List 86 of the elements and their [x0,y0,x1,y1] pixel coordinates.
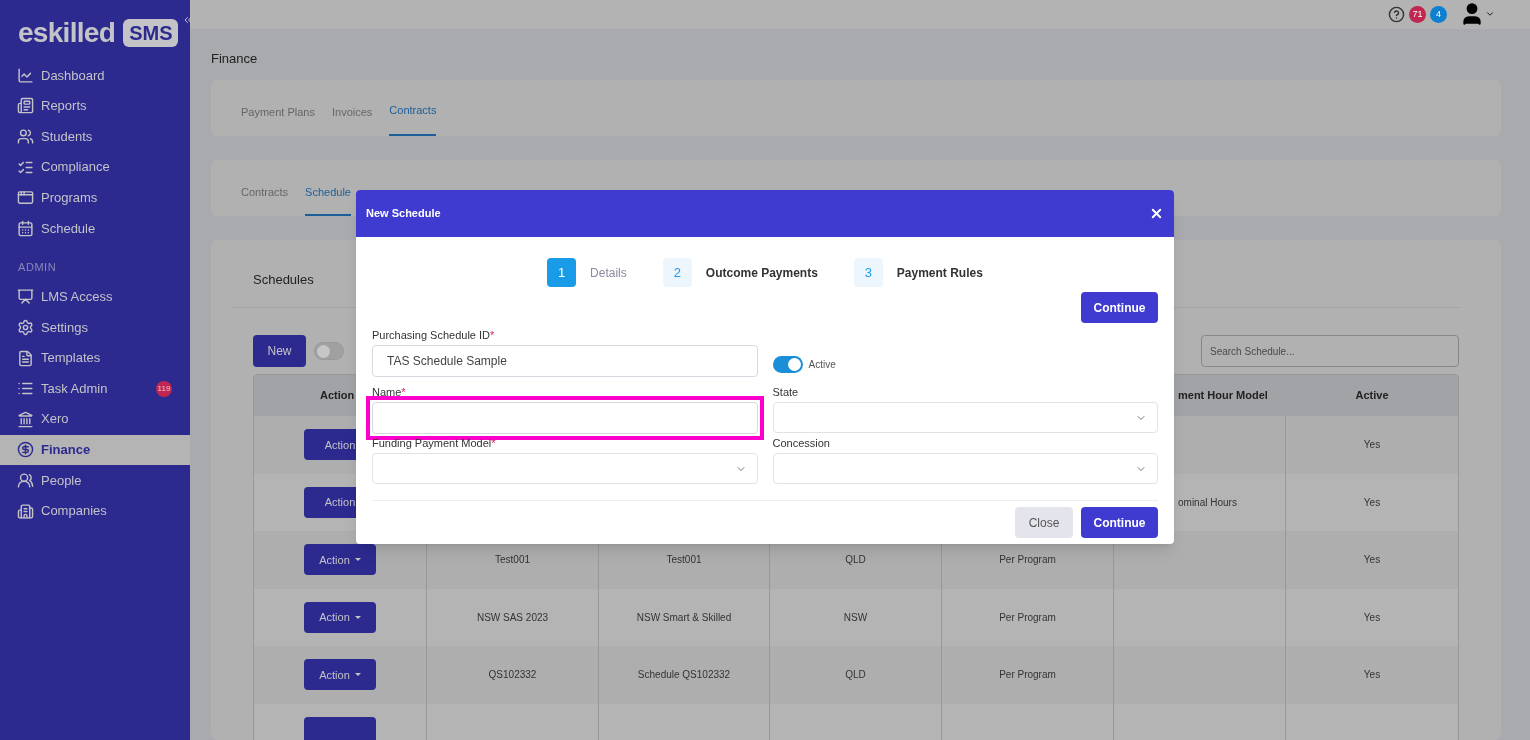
page-title: Finance [211,49,259,68]
continue-button[interactable]: Continue [1081,292,1158,323]
caret-icon [354,673,361,677]
logo-text: eskilled [18,16,116,50]
field-label: State [772,384,800,400]
table-cell-text: NSW SAS 2023 [476,610,549,625]
file-icon [17,349,34,367]
continue-button[interactable]: Continue [1081,507,1158,538]
select-field[interactable] [772,453,1158,484]
sidebar-item[interactable]: Companies [0,495,190,527]
action-button[interactable] [304,716,376,740]
table-cell-text: NSW Smart & Skilled [636,610,732,625]
table-cell-text: QLD [845,553,866,568]
table-cell-text: Yes [1363,553,1381,568]
bank-icon [17,410,34,428]
column-header: Action [320,388,355,404]
select-field[interactable] [372,453,758,484]
sidebar-item[interactable]: Students [0,121,190,152]
field-label: Name* [372,384,407,400]
new-button[interactable]: New [253,335,306,367]
table-cell-text: ominal Hours [1178,495,1237,510]
notification-badge[interactable]: 71 [1409,5,1426,23]
presentation-icon [17,288,34,306]
sidebar-item[interactable]: Reports [0,90,190,122]
sidebar-item[interactable]: Templates [0,342,190,374]
chart-icon [17,66,34,84]
sidebar-item[interactable]: Schedule [0,212,190,244]
table-cell-text: NSW [843,610,868,625]
table-cell-text: Test001 [666,553,702,568]
building-icon [17,502,34,520]
toggle-label: Active [808,357,836,372]
table-cell-text: QS102332 [488,668,537,683]
table-cell-text: Yes [1363,668,1381,683]
toggle-switch[interactable] [314,342,344,360]
help-icon[interactable] [1388,5,1405,23]
sidebar-item[interactable]: Finance [0,434,190,466]
dialog-title: New Schedule [366,206,441,222]
sidebar-item[interactable]: People [0,465,190,496]
table-cell-text: Per Program [999,610,1056,625]
document-icon [17,97,34,115]
caret-icon [354,558,361,562]
table-cell-text: QLD [845,668,866,683]
sidebar-item[interactable]: Xero [0,403,190,435]
field-label: Concession [772,435,831,451]
dollar-icon [17,441,34,459]
users-icon [17,471,34,489]
text-field[interactable]: TAS Schedule Sample [372,345,758,377]
calendar-icon [17,219,34,237]
step-label: Outcome Payments [705,264,818,282]
close-icon[interactable] [1149,206,1164,221]
column-header: Active [1355,388,1389,404]
step-label: Payment Rules [896,264,983,282]
settings-icon [17,318,34,336]
collapse-icon[interactable] [182,14,194,26]
step-label: Details [590,264,627,282]
sidebar-item[interactable]: Programs [0,182,190,213]
notification-badge[interactable]: 4 [1430,5,1447,23]
close-button[interactable]: Close [1015,507,1073,538]
logo-badge: SMS [123,19,179,47]
toggle-switch[interactable] [772,355,803,373]
users-icon [17,128,34,145]
table-cell-text: Test001 [495,553,530,568]
field-label: Purchasing Schedule ID* [372,327,496,343]
select-field[interactable] [772,402,1158,433]
text-field[interactable] [372,402,758,434]
count-badge: 119 [156,380,172,397]
sidebar-item[interactable]: LMS Access [0,281,190,313]
caret-icon [354,615,361,619]
sidebar-item[interactable]: Settings [0,312,190,343]
action-button[interactable]: Action [304,659,376,691]
sidebar-item[interactable]: Compliance [0,151,190,183]
card-title: Schedules [252,270,314,289]
action-button[interactable]: Action [304,601,376,633]
table-cell-text: Yes [1363,495,1381,510]
window-icon [17,189,34,207]
table-cell-text: Yes [1363,438,1381,453]
sidebar-item[interactable]: Task Admin 119 [0,373,190,404]
section-heading: ADMIN [17,260,58,276]
table-cell-text: Per Program [999,668,1056,683]
table-cell-text: Yes [1363,610,1381,625]
sidebar-item[interactable]: Dashboard [0,60,190,91]
column-header: ment Hour Model [1178,388,1268,404]
action-button[interactable]: Action [304,544,376,576]
table-cell-text: Schedule QS102332 [637,668,731,683]
search-field[interactable]: Search Schedule... [1201,335,1459,367]
table-cell-text: Per Program [999,553,1056,568]
